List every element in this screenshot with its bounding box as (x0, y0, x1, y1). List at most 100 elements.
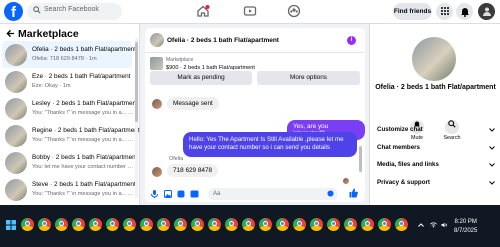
menu-button[interactable] (436, 3, 453, 20)
item-label: Media, files and links (377, 161, 439, 168)
profile-button[interactable] (478, 3, 495, 20)
chrome-taskbar-icon[interactable] (191, 218, 204, 231)
conversation-title: Eze · 2 beds 1 bath Flat/apartment (32, 73, 131, 80)
windows-start-icon[interactable] (6, 220, 16, 230)
message-bubble-incoming: Message sent (167, 97, 219, 110)
chevron-down-icon (489, 128, 495, 132)
sticker-icon[interactable] (177, 190, 185, 198)
back-arrow-icon[interactable] (6, 29, 15, 38)
microphone-icon[interactable] (151, 190, 158, 198)
chrome-taskbar-icon[interactable] (395, 218, 408, 231)
conversation-preview: You: "Thanks !" \n message you in a... ·… (32, 110, 134, 116)
clock-time: 8:20 PM (454, 219, 477, 225)
message-input[interactable]: Aa (208, 188, 338, 200)
conversation-preview: You: let me have your contact number s..… (32, 164, 134, 170)
panel-title: Ofelia · 2 beds 1 bath Flat/apartment (375, 84, 496, 91)
chat-window: Ofelia · 2 beds 1 bath Flat/apartment i … (145, 28, 365, 202)
listing-thumbnail (5, 44, 27, 66)
find-friends-button[interactable]: Find friends (393, 3, 432, 20)
seen-avatar (343, 178, 349, 184)
menu-grid-icon (440, 7, 449, 15)
privacy-support-item[interactable]: Privacy & support (377, 179, 495, 191)
chrome-taskbar-icon[interactable] (21, 218, 34, 231)
chrome-taskbar-icon[interactable] (327, 218, 340, 231)
search-input[interactable]: Search Facebook (27, 3, 122, 20)
chrome-taskbar-icon[interactable] (344, 218, 357, 231)
message-composer: Aa (145, 185, 365, 202)
conversation-title: Regine · 2 beds 1 bath Flat/apartment (32, 127, 140, 134)
conversation-preview: Ofelia: 718 629 8478 · 1m (32, 56, 97, 62)
emoji-icon[interactable] (327, 190, 334, 197)
sender-avatar (152, 167, 162, 177)
chat-listing-thumbnail (150, 33, 164, 47)
chevron-up-icon[interactable] (418, 223, 424, 227)
chrome-taskbar-icon[interactable] (378, 218, 391, 231)
conversation-title: Steve · 2 beds 1 bath Flat/apartment (32, 181, 136, 188)
conversation-item[interactable]: Ofelia · 2 beds 1 bath Flat/apartment Of… (2, 41, 136, 68)
chrome-taskbar-icon[interactable] (361, 218, 374, 231)
item-label: Customize chat (377, 126, 423, 133)
conversation-item[interactable]: Regine · 2 beds 1 bath Flat/apartment Yo… (2, 122, 140, 149)
chat-title[interactable]: Ofelia · 2 beds 1 bath Flat/apartment (167, 37, 279, 44)
image-icon[interactable] (164, 190, 172, 198)
marketplace-sidebar: Marketplace Ofelia · 2 beds 1 bath Flat/… (0, 24, 140, 205)
notifications-button[interactable] (456, 3, 473, 20)
chrome-taskbar-icon[interactable] (259, 218, 272, 231)
info-icon[interactable]: i (347, 36, 356, 45)
chrome-taskbar-icon[interactable] (38, 218, 51, 231)
chrome-taskbar-icon[interactable] (242, 218, 255, 231)
chrome-taskbar-icon[interactable] (208, 218, 221, 231)
scrollbar-thumb[interactable] (359, 146, 362, 172)
conversation-preview: You: "Thanks !" \n message you in a... ·… (32, 191, 134, 197)
chrome-taskbar-icon[interactable] (55, 218, 68, 231)
chrome-taskbar-icon[interactable] (72, 218, 85, 231)
media-files-links-item[interactable]: Media, files and links (377, 161, 495, 173)
wifi-icon[interactable] (430, 222, 437, 228)
mark-pending-button[interactable]: Mark as pending (150, 71, 252, 85)
divider (145, 52, 365, 53)
chrome-taskbar-icon[interactable] (293, 218, 306, 231)
chrome-taskbar-icon[interactable] (174, 218, 187, 231)
home-icon[interactable] (196, 4, 210, 18)
gif-icon[interactable] (190, 190, 199, 198)
scrollbar-thumb[interactable] (135, 42, 138, 122)
chrome-taskbar-icon[interactable] (310, 218, 323, 231)
bell-icon (460, 8, 469, 17)
customize-chat-item[interactable]: Customize chat (377, 126, 495, 138)
sidebar-scrollbar[interactable] (135, 38, 138, 198)
conversation-item[interactable]: Eze · 2 beds 1 bath Flat/apartment Eze: … (2, 68, 132, 95)
conversation-item[interactable]: Steve · 2 beds 1 bath Flat/apartment You… (2, 176, 136, 203)
conversation-item[interactable]: Lesley · 2 beds 1 bath Flat/apartment Yo… (2, 95, 138, 122)
chevron-down-icon (489, 181, 495, 185)
facebook-logo[interactable]: f (4, 2, 23, 21)
item-label: Chat members (377, 144, 420, 151)
listing-thumbnail (5, 98, 27, 120)
video-icon[interactable] (243, 4, 257, 18)
conversation-title: Bobby · 2 beds 1 bath Flat/apartment (32, 154, 138, 161)
listing-thumbnail (5, 179, 27, 201)
like-icon[interactable] (349, 188, 358, 198)
chrome-taskbar-icon[interactable] (123, 218, 136, 231)
taskbar-clock[interactable]: 8:20 PM 8/7/2025 (454, 218, 477, 236)
chrome-taskbar-icon[interactable] (89, 218, 102, 231)
chrome-taskbar-icon[interactable] (140, 218, 153, 231)
conversation-item[interactable]: Bobby · 2 beds 1 bath Flat/apartment You… (2, 149, 138, 176)
conversation-title: Lesley · 2 beds 1 bath Flat/apartment (32, 100, 138, 107)
top-navigation-bar: f Search Facebook Find friends (0, 0, 500, 24)
search-placeholder: Search Facebook (44, 6, 99, 13)
chrome-taskbar-icon[interactable] (225, 218, 238, 231)
conversation-details-panel: Ofelia · 2 beds 1 bath Flat/apartment Mu… (369, 24, 500, 205)
marketplace-title: Marketplace (18, 28, 79, 40)
chrome-taskbar-icon[interactable] (276, 218, 289, 231)
conversation-preview: You: "Thanks !" \n message you in a... ·… (32, 137, 134, 143)
chrome-taskbar-icon[interactable] (157, 218, 170, 231)
chat-members-item[interactable]: Chat members (377, 144, 495, 156)
chrome-taskbar-icon[interactable] (106, 218, 119, 231)
profile-icon (482, 7, 491, 16)
volume-icon[interactable] (441, 222, 448, 228)
chat-scrollbar[interactable] (359, 98, 362, 178)
clock-date: 8/7/2025 (454, 228, 478, 234)
listing-photo (412, 37, 456, 81)
more-options-button[interactable]: More options (257, 71, 360, 85)
groups-icon[interactable] (287, 4, 301, 18)
